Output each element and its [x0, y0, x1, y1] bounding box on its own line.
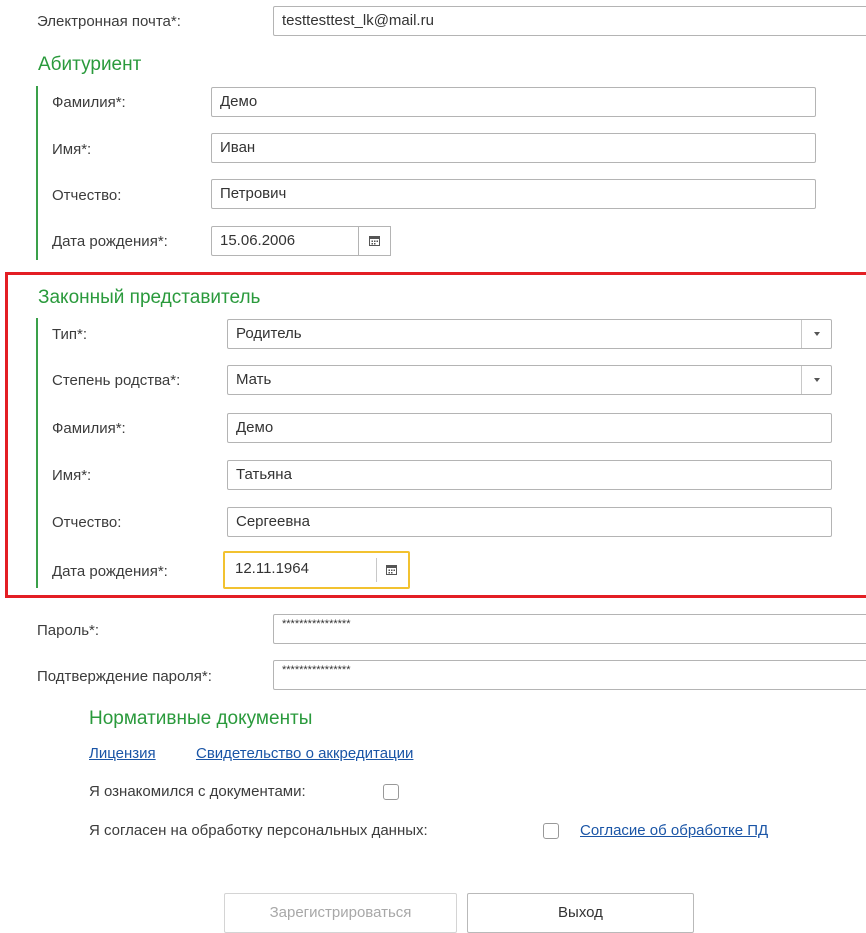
- consent-label: Я согласен на обработку персональных дан…: [89, 822, 428, 839]
- representative-type-select[interactable]: Родитель: [227, 319, 832, 349]
- register-button[interactable]: Зарегистрироваться: [224, 893, 457, 933]
- representative-relation-select[interactable]: Мать: [227, 365, 832, 395]
- accreditation-link[interactable]: Свидетельство о аккредитации: [196, 745, 413, 762]
- applicant-patronymic-label: Отчество:: [52, 187, 122, 204]
- password-confirm-label: Подтверждение пароля*:: [37, 668, 212, 685]
- documents-section-title: Нормативные документы: [89, 708, 313, 729]
- chevron-down-icon: [813, 378, 820, 382]
- representative-relation-dropdown-button[interactable]: [801, 366, 831, 394]
- representative-patronymic-label: Отчество:: [52, 514, 122, 531]
- representative-section-bar: [36, 318, 38, 588]
- license-link[interactable]: Лицензия: [89, 745, 156, 762]
- email-field[interactable]: testtesttest_lk@mail.ru: [273, 6, 866, 36]
- representative-birth-date-field[interactable]: 12.11.1964: [227, 555, 377, 585]
- calendar-icon: [369, 233, 380, 250]
- representative-relation-value: Мать: [236, 371, 272, 388]
- documents-ack-checkbox[interactable]: [383, 784, 399, 800]
- representative-relation-label: Степень родства*:: [52, 372, 181, 389]
- representative-type-dropdown-button[interactable]: [801, 320, 831, 348]
- applicant-name-label: Имя*:: [52, 141, 92, 158]
- representative-patronymic-field[interactable]: Сергеевна: [227, 507, 832, 537]
- password-label: Пароль*:: [37, 622, 100, 639]
- applicant-birth-date-label: Дата рождения*:: [52, 233, 168, 250]
- documents-ack-label: Я ознакомился с документами:: [89, 783, 306, 800]
- representative-calendar-button[interactable]: [377, 555, 406, 585]
- exit-button[interactable]: Выход: [467, 893, 694, 933]
- password-confirm-field[interactable]: ****************: [273, 660, 866, 690]
- representative-type-label: Тип*:: [52, 326, 88, 343]
- chevron-down-icon: [813, 332, 820, 336]
- representative-name-label: Имя*:: [52, 467, 92, 484]
- representative-surname-field[interactable]: Демо: [227, 413, 832, 443]
- applicant-birth-date-field[interactable]: 15.06.2006: [211, 226, 359, 256]
- calendar-icon: [386, 562, 397, 579]
- applicant-surname-label: Фамилия*:: [52, 94, 126, 111]
- applicant-section-bar: [36, 86, 38, 260]
- representative-name-field[interactable]: Татьяна: [227, 460, 832, 490]
- email-label: Электронная почта*:: [37, 13, 181, 30]
- password-field[interactable]: ****************: [273, 614, 866, 644]
- applicant-patronymic-field[interactable]: Петрович: [211, 179, 816, 209]
- representative-type-value: Родитель: [236, 325, 302, 342]
- consent-checkbox[interactable]: [543, 823, 559, 839]
- representative-birth-date-label: Дата рождения*:: [52, 563, 168, 580]
- applicant-name-field[interactable]: Иван: [211, 133, 816, 163]
- representative-surname-label: Фамилия*:: [52, 420, 126, 437]
- applicant-section-title: Абитуриент: [38, 54, 142, 75]
- applicant-calendar-button[interactable]: [359, 226, 391, 256]
- applicant-surname-field[interactable]: Демо: [211, 87, 816, 117]
- consent-document-link[interactable]: Согласие об обработке ПД: [580, 822, 768, 839]
- representative-section-title: Законный представитель: [38, 287, 261, 308]
